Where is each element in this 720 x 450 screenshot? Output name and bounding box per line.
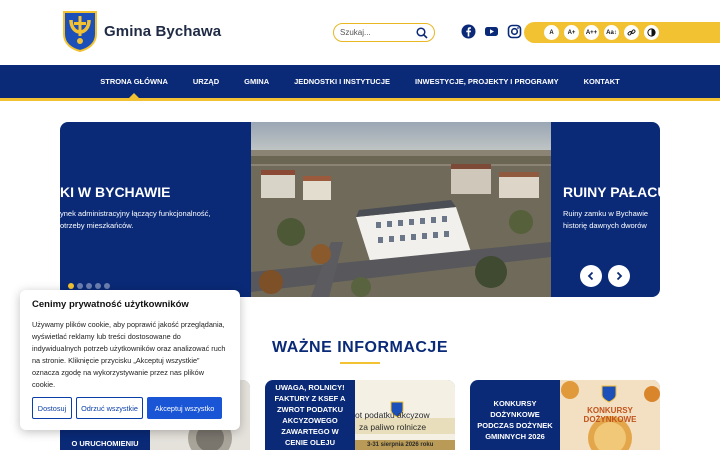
search-icon[interactable] bbox=[416, 26, 428, 39]
search-input[interactable] bbox=[340, 28, 412, 37]
slider-dot[interactable] bbox=[95, 283, 101, 289]
accept-all-button[interactable]: Akceptuj wszystko bbox=[147, 397, 222, 419]
customize-button[interactable]: Dostosuj bbox=[32, 397, 72, 419]
coat-of-arms-icon bbox=[63, 11, 97, 52]
town-aerial-image bbox=[251, 122, 551, 297]
hero-slider: KI W BYCHAWIE ynek administracyjny łączą… bbox=[60, 122, 660, 297]
chevron-right-icon bbox=[616, 271, 623, 281]
site-name: Gmina Bychawa bbox=[104, 22, 222, 40]
chevron-left-icon bbox=[587, 271, 594, 281]
card-title: KONKURSY DOŻYNKOWE PODCZAS DOŻYNEK GMINN… bbox=[477, 399, 553, 441]
cookie-title: Cenimy prywatność użytkowników bbox=[32, 299, 189, 310]
youtube-icon[interactable] bbox=[484, 24, 499, 39]
link-icon bbox=[627, 29, 636, 36]
slider-dot[interactable] bbox=[68, 283, 74, 289]
info-card-excise-refund[interactable]: UWAGA, ROLNICY! FAKTURY Z KSEF A ZWROT P… bbox=[265, 380, 455, 450]
nav-item-contact[interactable]: KONTAKT bbox=[571, 65, 632, 98]
page: Gmina Bychawa A bbox=[0, 0, 720, 450]
cookie-body: Używamy plików cookie, aby poprawić jako… bbox=[32, 320, 226, 389]
card-title: UWAGA, ROLNICY! FAKTURY Z KSEF A ZWROT P… bbox=[274, 382, 346, 450]
contrast-icon bbox=[647, 28, 656, 37]
link-highlight-button[interactable] bbox=[624, 25, 639, 40]
slider-dot[interactable] bbox=[77, 283, 83, 289]
line-height-button[interactable]: Aa↕ bbox=[604, 25, 619, 40]
slide-text-line: otrzeby mieszkańców. bbox=[60, 221, 134, 230]
slide-title: RUINY PAŁACU bbox=[563, 184, 660, 200]
font-size-larger-button[interactable]: A+ bbox=[564, 25, 579, 40]
reject-all-button[interactable]: Odrzuć wszystkie bbox=[76, 397, 143, 419]
slider-dot[interactable] bbox=[86, 283, 92, 289]
main-nav: STRONA GŁÓWNA URZĄD GMINA JEDNOSTKI I IN… bbox=[0, 65, 720, 101]
image-text-line: ot podatku akcyzow bbox=[355, 410, 430, 420]
slide-text-line: historię dawnych dworów bbox=[563, 221, 647, 230]
contrast-button[interactable] bbox=[644, 25, 659, 40]
slide-text-line: ynek administracyjny łączący funkcjonaln… bbox=[60, 209, 211, 218]
nav-item-office[interactable]: URZĄD bbox=[180, 65, 231, 98]
nav-item-home[interactable]: STRONA GŁÓWNA bbox=[88, 65, 181, 98]
site-logo[interactable]: Gmina Bychawa bbox=[62, 10, 221, 52]
card-image: ot podatku akcyzow za paliwo rolnicze 3-… bbox=[355, 380, 455, 450]
slider-next-button[interactable] bbox=[608, 265, 630, 287]
slide-photo bbox=[251, 122, 551, 297]
font-size-largest-button[interactable]: A++ bbox=[584, 25, 599, 40]
slide-next[interactable]: RUINY PAŁACU Ruiny zamku w Bychawie hist… bbox=[551, 122, 660, 297]
cookie-buttons: Dostosuj Odrzuć wszystkie Akceptuj wszys… bbox=[32, 397, 222, 419]
slider-prev-button[interactable] bbox=[580, 265, 602, 287]
info-card-harvest-contests[interactable]: KONKURSY DOŻYNKOWE PODCZAS DOŻYNEK GMINN… bbox=[470, 380, 660, 450]
nav-item-municipality[interactable]: GMINA bbox=[232, 65, 282, 98]
slide-text: ynek administracyjny łączący funkcjonaln… bbox=[60, 208, 210, 232]
image-text-line: za paliwo rolnicze bbox=[359, 422, 427, 432]
slider-dot[interactable] bbox=[104, 283, 110, 289]
font-size-normal-button[interactable]: A bbox=[544, 25, 559, 40]
slide-text-line: Ruiny zamku w Bychawie bbox=[563, 209, 649, 218]
slider-dots bbox=[68, 283, 110, 289]
instagram-icon[interactable] bbox=[507, 24, 522, 39]
cookie-consent-banner: Cenimy prywatność użytkowników Używamy p… bbox=[20, 290, 240, 430]
section-underline bbox=[340, 362, 380, 364]
image-text-line: 3-31 sierpnia 2026 roku bbox=[367, 442, 434, 448]
nav-item-institutions[interactable]: JEDNOSTKI I INSTYTUCJE bbox=[282, 65, 403, 98]
slide-title: KI W BYCHAWIE bbox=[60, 184, 171, 200]
social-links bbox=[461, 24, 522, 39]
nav-item-investments[interactable]: INWESTYCJE, PROJEKTY I PROGRAMY bbox=[403, 65, 572, 98]
facebook-icon[interactable] bbox=[461, 24, 476, 39]
search-box[interactable] bbox=[333, 23, 435, 42]
accessibility-toolbar: A A+ A++ Aa↕ bbox=[524, 22, 720, 43]
site-header: Gmina Bychawa A bbox=[0, 0, 720, 65]
slide-text: Ruiny zamku w Bychawie historię dawnych … bbox=[563, 208, 648, 232]
image-text: KONKURSY DOŻYNKOWE bbox=[583, 406, 637, 424]
slide-previous[interactable]: KI W BYCHAWIE ynek administracyjny łączą… bbox=[60, 122, 251, 297]
card-image: KONKURSY DOŻYNKOWE bbox=[560, 380, 660, 450]
